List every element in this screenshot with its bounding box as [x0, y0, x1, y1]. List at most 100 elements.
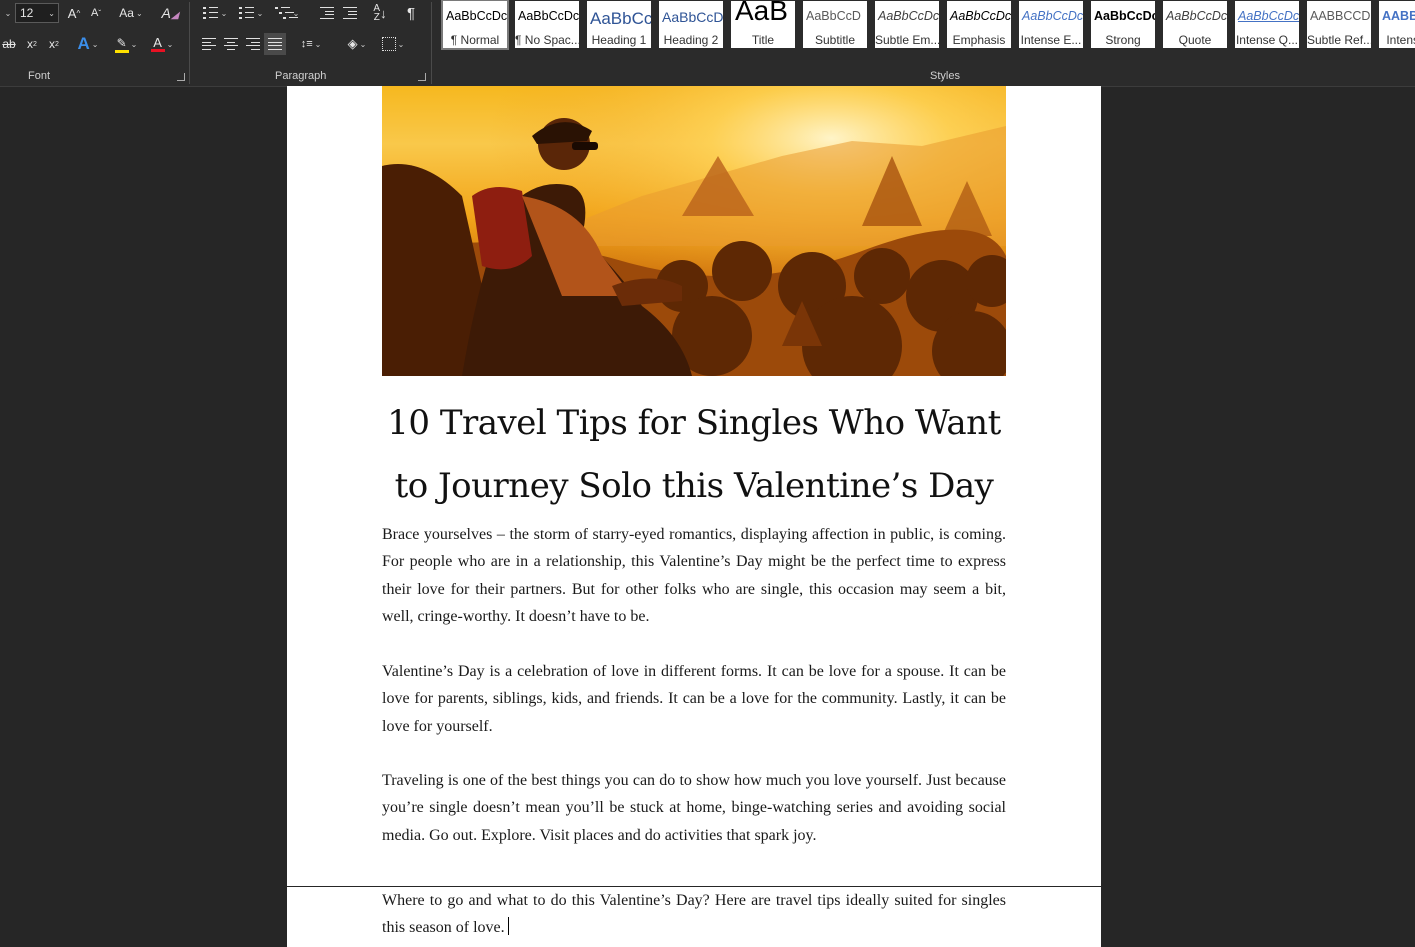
font-color-button[interactable]: A ⌄ [146, 33, 178, 55]
font-size-box[interactable]: 12 ⌄ [15, 3, 59, 23]
ribbon: ⌄ 12 ⌄ A ^ Aˇ Aa ⌄ A◢ ab x2 x2 A ⌄ ✎ ⌄ A ⌄ … [0, 0, 1415, 87]
style-tile[interactable]: AaBbCcD Subtitle [803, 1, 867, 48]
sunset-traveler-illustration [382, 86, 1006, 376]
style-tile[interactable]: AaBbCc Heading 1 [587, 1, 651, 48]
style-tile[interactable]: AaBbCcD Heading 2 [659, 1, 723, 48]
style-tile[interactable]: AaBbCcDc ¶ Normal [441, 0, 509, 50]
sort-icon: AZ [373, 3, 381, 23]
style-tile[interactable]: AABBC Intense... [1379, 1, 1415, 48]
style-sample: AaBbCcDc [950, 9, 1011, 23]
font-name-dropdown-chevron[interactable]: ⌄ [0, 2, 14, 24]
style-tile[interactable]: AaBbCcDc Intense Q... [1235, 1, 1299, 48]
line-spacing-icon: ↕≡ [300, 38, 313, 50]
style-sample: AaBbCcDc [1094, 9, 1155, 23]
style-name: Subtle Em... [875, 33, 939, 47]
style-name: Strong [1105, 33, 1141, 47]
style-name: Quote [1178, 33, 1212, 47]
highlighter-icon: ✎ [114, 36, 129, 53]
style-name: Subtitle [814, 33, 856, 47]
style-sample: AaBbCcDc [1238, 9, 1299, 23]
multilevel-list-icon [274, 7, 298, 19]
body-paragraph-1[interactable]: Brace yourselves – the storm of starry-e… [382, 521, 1006, 631]
style-tile[interactable]: AaBbCcDc ¶ No Spac... [515, 1, 579, 48]
document-page[interactable]: 10 Travel Tips for Singles Who Want to J… [287, 86, 1101, 886]
style-sample: AaBbCcDc [1022, 9, 1083, 23]
show-hide-marks-button[interactable]: ¶ [400, 2, 422, 24]
style-tile[interactable]: AaB Title [731, 1, 795, 48]
numbering-icon [238, 7, 255, 19]
style-name: Subtle Ref... [1307, 33, 1371, 47]
body-paragraph-3[interactable]: Traveling is one of the best things you … [382, 767, 1006, 849]
document-title[interactable]: 10 Travel Tips for Singles Who Want to J… [382, 392, 1006, 518]
decrease-indent-icon [320, 7, 334, 19]
text-effects-button[interactable]: A ⌄ [72, 33, 104, 55]
align-right-icon [246, 38, 260, 50]
increase-indent-icon [343, 7, 357, 19]
style-sample: AaBbCcD [806, 9, 861, 23]
paragraph-group-divider [431, 2, 432, 84]
font-dialog-launcher[interactable] [177, 73, 185, 81]
style-sample: AaBbCcDc [878, 9, 939, 23]
numbering-button[interactable]: ⌄ [234, 2, 268, 24]
font-size-value: 12 [20, 6, 34, 20]
superscript-button[interactable]: x2 [44, 33, 64, 55]
strikethrough-button[interactable]: ab [0, 33, 18, 55]
document-page-2[interactable]: Where to go and what to do this Valentin… [287, 887, 1101, 947]
paint-bucket-icon: ◈ [347, 36, 358, 51]
style-tile[interactable]: AaBbCcDc Quote [1163, 1, 1227, 48]
style-tile[interactable]: AaBbCcDc Strong [1091, 1, 1155, 48]
align-left-button[interactable] [198, 33, 220, 55]
style-sample: AaBbCc [590, 9, 651, 28]
style-tile[interactable]: AaBbCcDc Intense E... [1019, 1, 1083, 48]
change-case-button[interactable]: Aa ⌄ [114, 2, 148, 24]
hero-image [382, 86, 1006, 376]
borders-button[interactable]: ⌄ [376, 33, 410, 55]
style-name: Intense E... [1020, 33, 1082, 47]
style-tile[interactable]: AaBbCcDc Emphasis [947, 1, 1011, 48]
bullets-icon [202, 7, 219, 19]
decrease-indent-button[interactable] [316, 2, 338, 24]
style-name: Intense Q... [1235, 33, 1299, 47]
align-center-button[interactable] [220, 33, 242, 55]
body-paragraph-2[interactable]: Valentine’s Day is a celebration of love… [382, 658, 1006, 740]
style-sample: AaBbCcDc [446, 9, 507, 23]
text-cursor [507, 917, 509, 936]
align-right-button[interactable] [242, 33, 264, 55]
style-name: Emphasis [952, 33, 1006, 47]
style-name: Heading 2 [663, 33, 719, 47]
line-spacing-button[interactable]: ↕≡ ⌄ [294, 33, 328, 55]
justify-button[interactable] [264, 33, 286, 55]
align-center-icon [224, 38, 238, 50]
shading-button[interactable]: ◈ ⌄ [340, 33, 374, 55]
style-name: ¶ Normal [450, 33, 500, 47]
style-tile[interactable]: AABBCCDD Subtle Ref... [1307, 1, 1371, 48]
justify-icon [268, 38, 282, 50]
style-sample: AABBC [1382, 9, 1415, 23]
paragraph-dialog-launcher[interactable] [418, 73, 426, 81]
style-name: Title [751, 33, 775, 47]
style-tile[interactable]: AaBbCcDc Subtle Em... [875, 1, 939, 48]
style-sample: AABBCCDD [1310, 9, 1371, 23]
font-group-divider [189, 2, 190, 84]
body-paragraph-4[interactable]: Where to go and what to do this Valentin… [382, 887, 1006, 942]
sort-button[interactable]: A Z ↓ [368, 2, 392, 24]
borders-icon [381, 37, 396, 51]
style-sample: AaBbCcD [662, 9, 723, 25]
bullets-button[interactable]: ⌄ [198, 2, 232, 24]
multilevel-list-button[interactable]: ⌄ [270, 2, 304, 24]
clear-formatting-button[interactable]: A◢ [158, 2, 182, 24]
style-sample: AaBbCcDc [518, 9, 579, 23]
grow-font-button[interactable]: A ^ [64, 2, 84, 24]
chevron-down-icon: ⌄ [48, 8, 55, 18]
font-color-icon: A [150, 36, 165, 52]
styles-group-label: Styles [930, 70, 960, 82]
style-sample: AaBbCcDc [1166, 9, 1227, 23]
pilcrow-icon: ¶ [406, 4, 416, 22]
increase-indent-button[interactable] [339, 2, 361, 24]
style-name: Heading 1 [591, 33, 647, 47]
font-group-label: Font [28, 70, 51, 82]
subscript-button[interactable]: x2 [22, 33, 42, 55]
shrink-font-button[interactable]: Aˇ [86, 2, 106, 24]
highlight-color-button[interactable]: ✎ ⌄ [110, 33, 142, 55]
paragraph-group-label: Paragraph [275, 70, 327, 82]
